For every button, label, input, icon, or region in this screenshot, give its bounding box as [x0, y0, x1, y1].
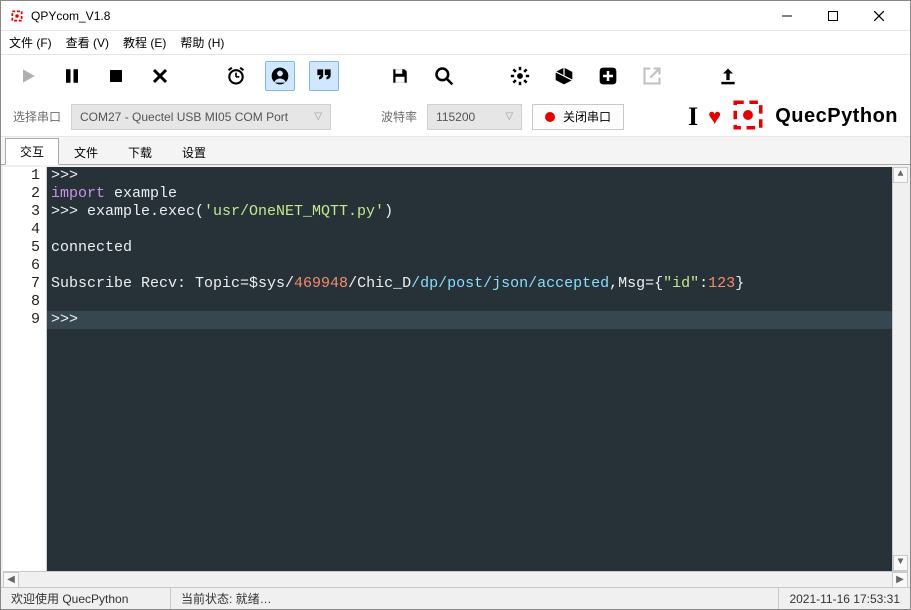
line-number: 1 [3, 167, 40, 185]
line-number: 3 [3, 203, 40, 221]
line-number: 5 [3, 239, 40, 257]
brand-logo-icon [731, 98, 765, 135]
app-icon [9, 8, 25, 24]
line-number: 8 [3, 293, 40, 311]
menubar: 文件 (F) 查看 (V) 教程 (E) 帮助 (H) [1, 31, 910, 55]
brand-i: I [688, 102, 698, 132]
horizontal-scrollbar[interactable]: ◀ ▶ [3, 571, 908, 587]
menu-view[interactable]: 查看 (V) [66, 34, 109, 51]
quote-button[interactable] [309, 61, 339, 91]
minimize-button[interactable] [764, 1, 810, 31]
close-port-button[interactable]: 关闭串口 [532, 104, 624, 130]
status-welcome: 欢迎使用 QuecPython [1, 588, 171, 609]
line-number: 7 [3, 275, 40, 293]
scroll-left-icon[interactable]: ◀ [3, 572, 19, 588]
menu-tutorial[interactable]: 教程 (E) [123, 34, 166, 51]
window-title: QPYcom_V1.8 [31, 9, 110, 23]
editor: 123456789 >>>import example>>> example.e… [3, 167, 908, 571]
tab-2[interactable]: 下载 [113, 139, 167, 165]
search-button[interactable] [429, 61, 459, 91]
line-number: 4 [3, 221, 40, 239]
add-button[interactable] [593, 61, 623, 91]
baud-label: 波特率 [381, 108, 417, 125]
chevron-down-icon: ▽ [314, 111, 322, 122]
close-button[interactable] [856, 1, 902, 31]
code-area[interactable]: >>>import example>>> example.exec('usr/O… [47, 167, 892, 571]
brand-text: QuecPython [775, 105, 898, 128]
menu-file[interactable]: 文件 (F) [9, 34, 52, 51]
tab-3[interactable]: 设置 [167, 139, 221, 165]
baud-value: 115200 [436, 110, 475, 124]
statusbar: 欢迎使用 QuecPython 当前状态: 就绪… 2021-11-16 17:… [1, 587, 910, 609]
code-line[interactable]: Subscribe Recv: Topic=$sys/469948/Chic_D… [47, 275, 892, 293]
toolbar [1, 55, 910, 97]
code-line[interactable] [47, 293, 892, 311]
line-gutter: 123456789 [3, 167, 47, 571]
code-line[interactable] [47, 257, 892, 275]
vertical-scrollbar[interactable]: ▲ ▼ [892, 167, 908, 571]
status-timestamp: 2021-11-16 17:53:31 [779, 588, 910, 609]
port-label: 选择串口 [13, 108, 61, 125]
baud-select[interactable]: 115200 ▽ [427, 104, 522, 130]
chevron-down-icon: ▽ [505, 111, 513, 122]
code-line[interactable]: >>> [47, 167, 892, 185]
maximize-button[interactable] [810, 1, 856, 31]
code-line[interactable]: import example [47, 185, 892, 203]
menu-help[interactable]: 帮助 (H) [180, 34, 224, 51]
brand: I ♥ QuecPython [688, 98, 898, 135]
titlebar: QPYcom_V1.8 [1, 1, 910, 31]
port-value: COM27 - Quectel USB MI05 COM Port [80, 110, 288, 124]
line-number: 9 [3, 311, 40, 329]
code-line[interactable]: >>> example.exec('usr/OneNET_MQTT.py') [47, 203, 892, 221]
heart-icon: ♥ [708, 104, 721, 130]
line-number: 6 [3, 257, 40, 275]
save-button[interactable] [385, 61, 415, 91]
play-button[interactable] [13, 61, 43, 91]
user-button[interactable] [265, 61, 295, 91]
tab-1[interactable]: 文件 [59, 139, 113, 165]
record-icon [545, 112, 555, 122]
pause-button[interactable] [57, 61, 87, 91]
stop-button[interactable] [101, 61, 131, 91]
cancel-button[interactable] [145, 61, 175, 91]
upload-button[interactable] [713, 61, 743, 91]
tab-0[interactable]: 交互 [5, 138, 59, 165]
serial-row: 选择串口 COM27 - Quectel USB MI05 COM Port ▽… [1, 97, 910, 137]
scroll-up-icon[interactable]: ▲ [893, 167, 908, 183]
port-select[interactable]: COM27 - Quectel USB MI05 COM Port ▽ [71, 104, 331, 130]
line-number: 2 [3, 185, 40, 203]
close-port-label: 关闭串口 [563, 108, 611, 125]
settings-button[interactable] [505, 61, 535, 91]
code-line[interactable] [47, 221, 892, 239]
share-button[interactable] [637, 61, 667, 91]
alarm-button[interactable] [221, 61, 251, 91]
tabs: 交互文件下载设置 [1, 137, 910, 165]
cube-button[interactable] [549, 61, 579, 91]
code-line[interactable]: >>> [47, 311, 892, 329]
scroll-right-icon[interactable]: ▶ [892, 572, 908, 588]
status-state: 当前状态: 就绪… [171, 588, 779, 609]
scroll-down-icon[interactable]: ▼ [893, 555, 908, 571]
code-line[interactable]: connected [47, 239, 892, 257]
